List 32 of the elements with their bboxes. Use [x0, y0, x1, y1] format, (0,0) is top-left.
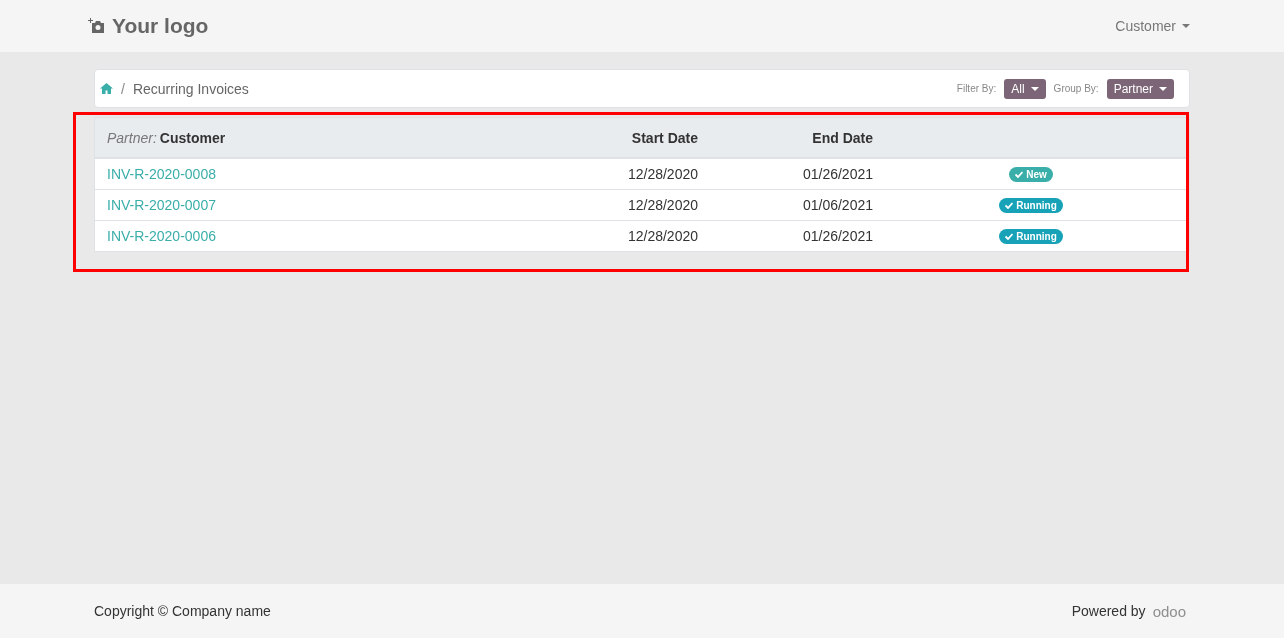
end-date: 01/26/2021: [802, 166, 873, 182]
camera-icon: [88, 17, 106, 35]
powered-by-text: Powered by: [1071, 603, 1146, 619]
end-date: 01/26/2021: [802, 228, 873, 244]
breadcrumb-separator: /: [121, 80, 125, 97]
column-header: Start Date: [598, 118, 698, 159]
group-label: Group By:: [1053, 83, 1099, 94]
check-icon: [1015, 170, 1024, 178]
start-date: 12/28/2020: [627, 228, 698, 244]
logo-text: Your logo: [112, 14, 209, 38]
status-badge: New: [1009, 166, 1053, 182]
breadcrumb-current: Recurring Invoices: [132, 80, 249, 97]
column-header: End Date: [698, 118, 873, 159]
filter-dropdown[interactable]: All: [1004, 78, 1046, 99]
check-icon: [1005, 201, 1014, 209]
invoice-link[interactable]: INV-R-2020-0007: [95, 197, 216, 213]
status-badge: Running: [999, 197, 1063, 213]
logo[interactable]: Your logo: [88, 10, 219, 42]
check-icon: [1005, 232, 1014, 240]
filter-label: Filter By:: [956, 83, 997, 94]
invoice-link[interactable]: INV-R-2020-0006: [95, 228, 216, 244]
group-header: Partner: Customer: [95, 118, 598, 159]
brand-logo[interactable]: odoo: [1152, 602, 1186, 620]
home-icon[interactable]: [100, 83, 113, 94]
invoice-link[interactable]: INV-R-2020-0008: [95, 166, 216, 182]
status-badge: Running: [999, 228, 1063, 244]
group-dropdown[interactable]: Partner: [1106, 78, 1174, 99]
start-date: 12/28/2020: [627, 166, 698, 182]
end-date: 01/06/2021: [802, 197, 873, 213]
copyright-text: Copyright © Company name: [94, 603, 271, 619]
user-menu[interactable]: Customer: [1109, 17, 1196, 35]
start-date: 12/28/2020: [627, 197, 698, 213]
